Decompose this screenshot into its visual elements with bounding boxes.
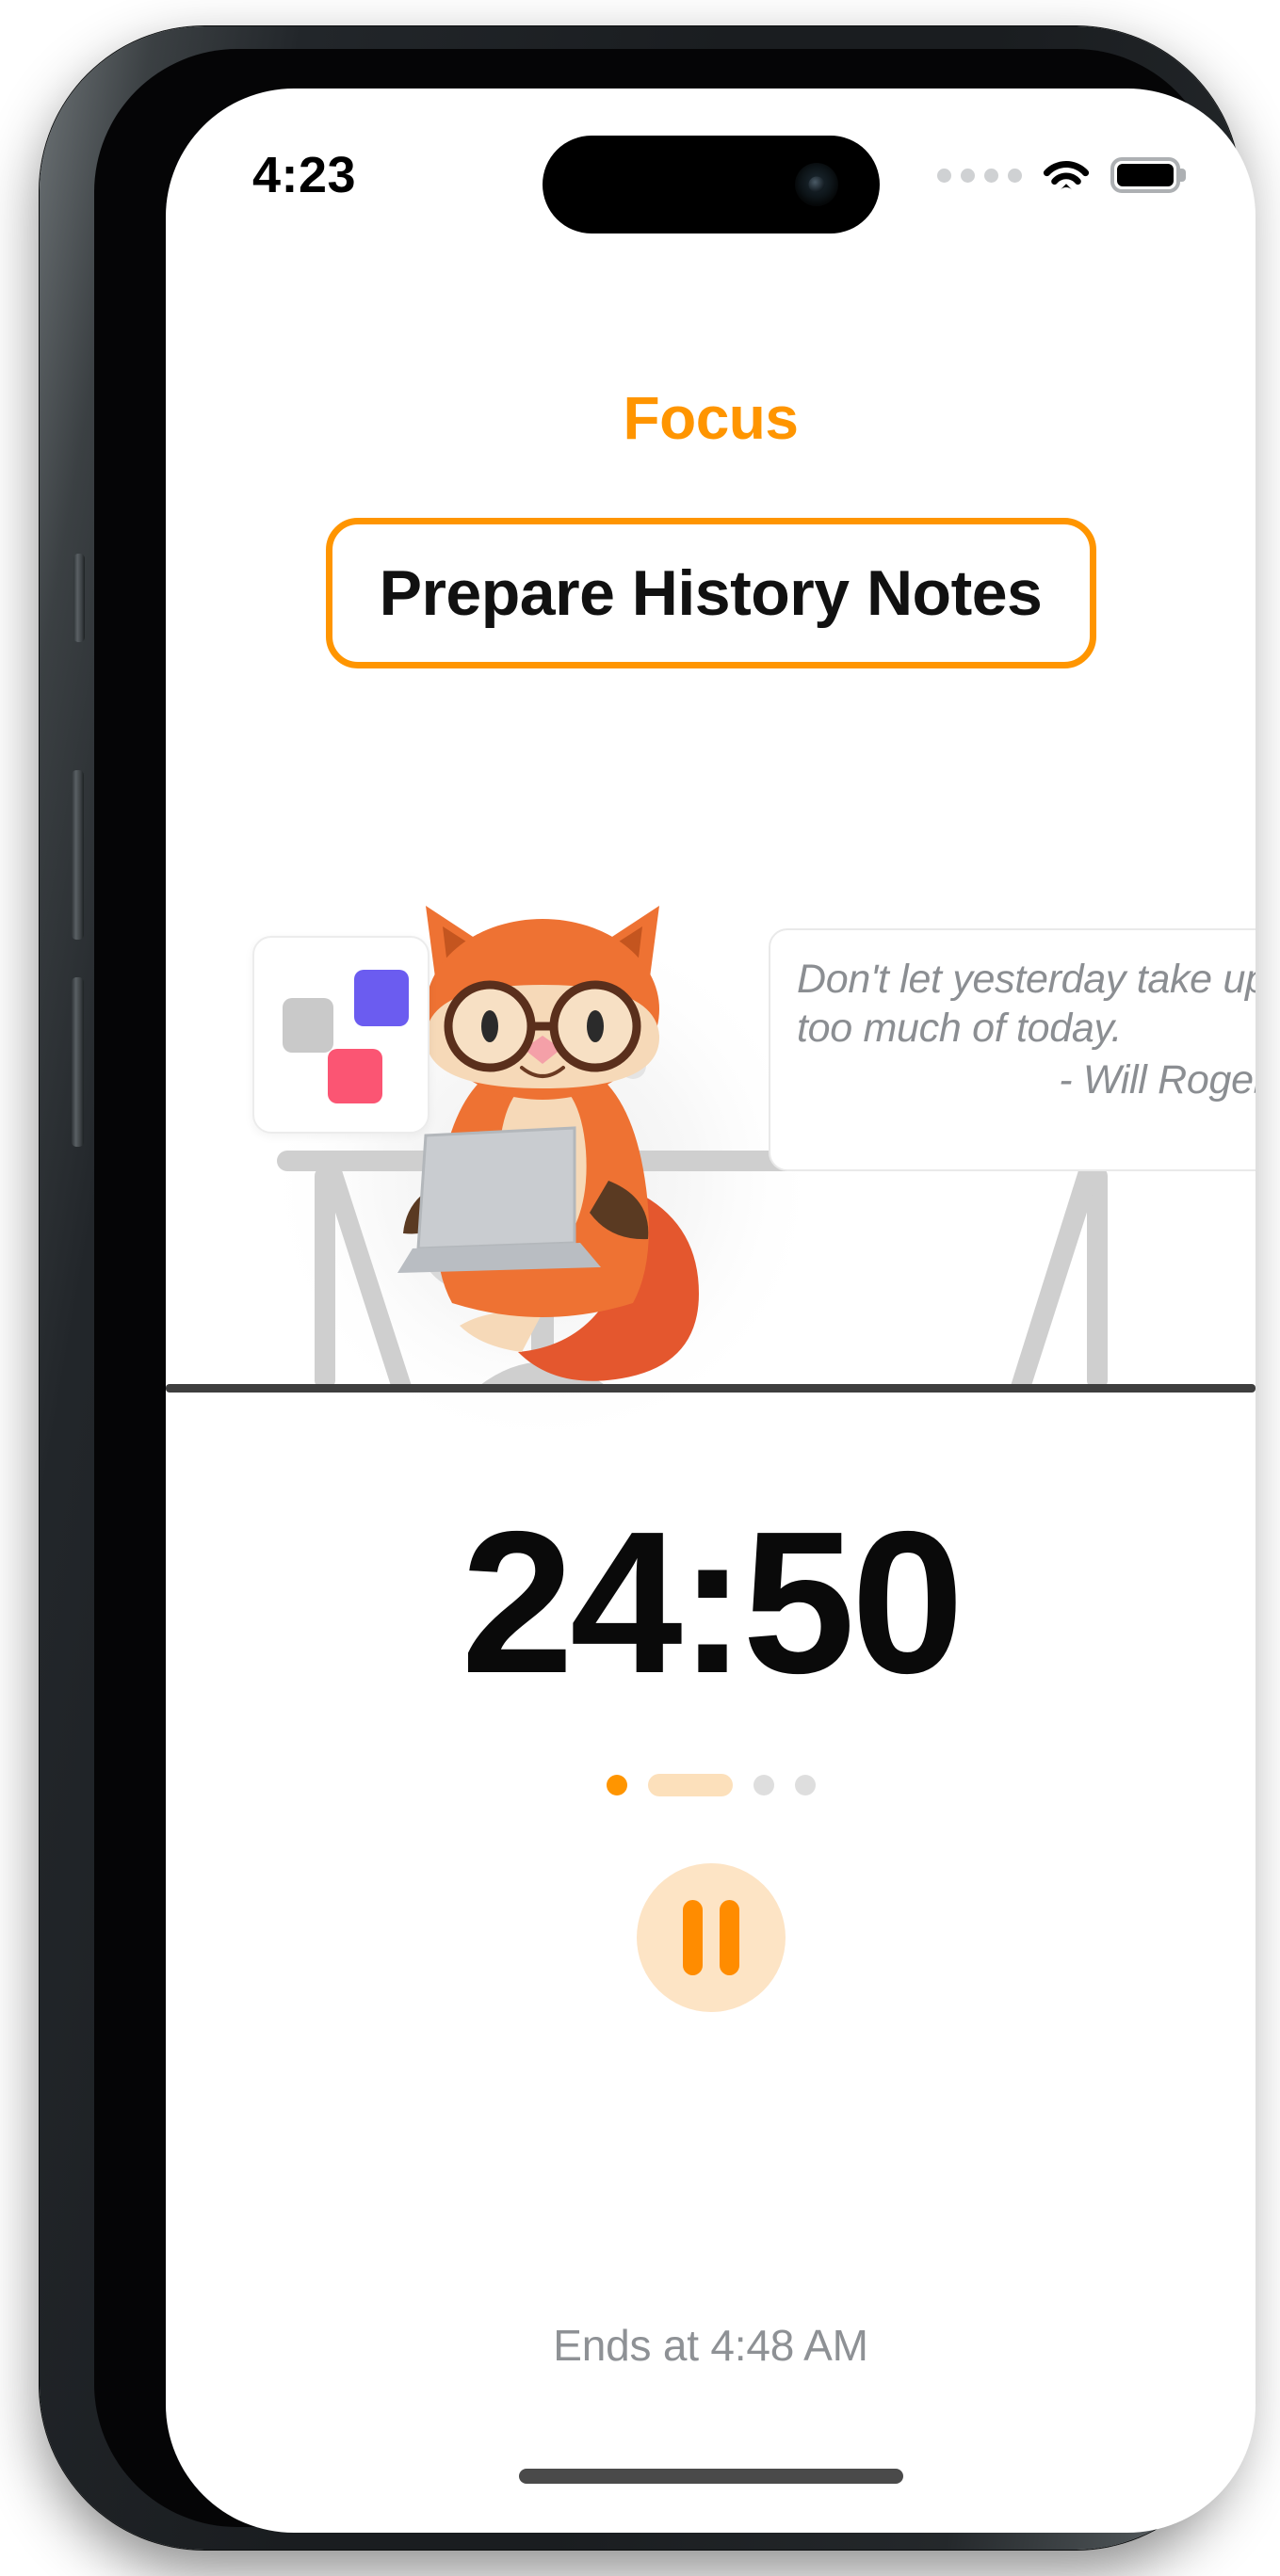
widget-square-gray <box>283 998 333 1053</box>
volume-down-button[interactable] <box>72 977 84 1147</box>
phone-screen: 4:23 Focus Prepare History Notes Don't l… <box>166 89 1256 2533</box>
widget-square-pink <box>328 1049 382 1103</box>
pause-icon <box>719 1900 739 1975</box>
ends-at-label: Ends at 4:48 AM <box>553 2321 868 2370</box>
phone-bezel: 4:23 Focus Prepare History Notes Don't l… <box>94 49 1256 2533</box>
phone-frame: 4:23 Focus Prepare History Notes Don't l… <box>40 26 1256 2550</box>
current-task-label: Prepare History Notes <box>379 557 1043 629</box>
pause-button[interactable] <box>636 1863 786 2012</box>
dynamic-island[interactable] <box>542 136 880 233</box>
session-step-completed[interactable] <box>606 1775 627 1795</box>
motivational-quote-card: Don't let yesterday take up too much of … <box>769 928 1256 1171</box>
laptop-icon <box>397 1126 601 1273</box>
current-task-chip[interactable]: Prepare History Notes <box>325 518 1096 668</box>
session-step-upcoming-2[interactable] <box>794 1775 816 1795</box>
quote-line-2: too much of today. <box>797 1006 1123 1052</box>
front-camera-icon <box>794 163 838 206</box>
status-bar-indicators <box>937 157 1186 193</box>
fox-at-desk-illustration: Don't let yesterday take up too much of … <box>166 898 1256 1463</box>
session-progress-indicator[interactable] <box>606 1774 816 1796</box>
quote-author: - Will Rogers <box>1059 1056 1256 1103</box>
cellular-signal-icon <box>937 168 1022 183</box>
floor-line <box>166 1384 1256 1393</box>
wifi-icon <box>1043 161 1090 190</box>
page-title: Focus <box>623 384 799 452</box>
app-blocking-widget[interactable] <box>252 936 429 1134</box>
volume-up-button[interactable] <box>72 770 84 940</box>
quote-line-1: Don't let yesterday take up <box>797 957 1256 1002</box>
widget-square-blue <box>354 970 409 1026</box>
focus-app-screen: Focus Prepare History Notes Don't let ye… <box>166 89 1256 2533</box>
session-step-active[interactable] <box>647 1774 733 1796</box>
pause-icon <box>682 1900 703 1975</box>
countdown-timer: 24:50 <box>461 1489 964 1715</box>
status-bar-time: 4:23 <box>252 147 357 203</box>
battery-icon <box>1110 157 1186 193</box>
session-step-upcoming-1[interactable] <box>753 1775 774 1795</box>
home-indicator[interactable] <box>518 2469 903 2484</box>
mute-switch[interactable] <box>73 554 85 642</box>
